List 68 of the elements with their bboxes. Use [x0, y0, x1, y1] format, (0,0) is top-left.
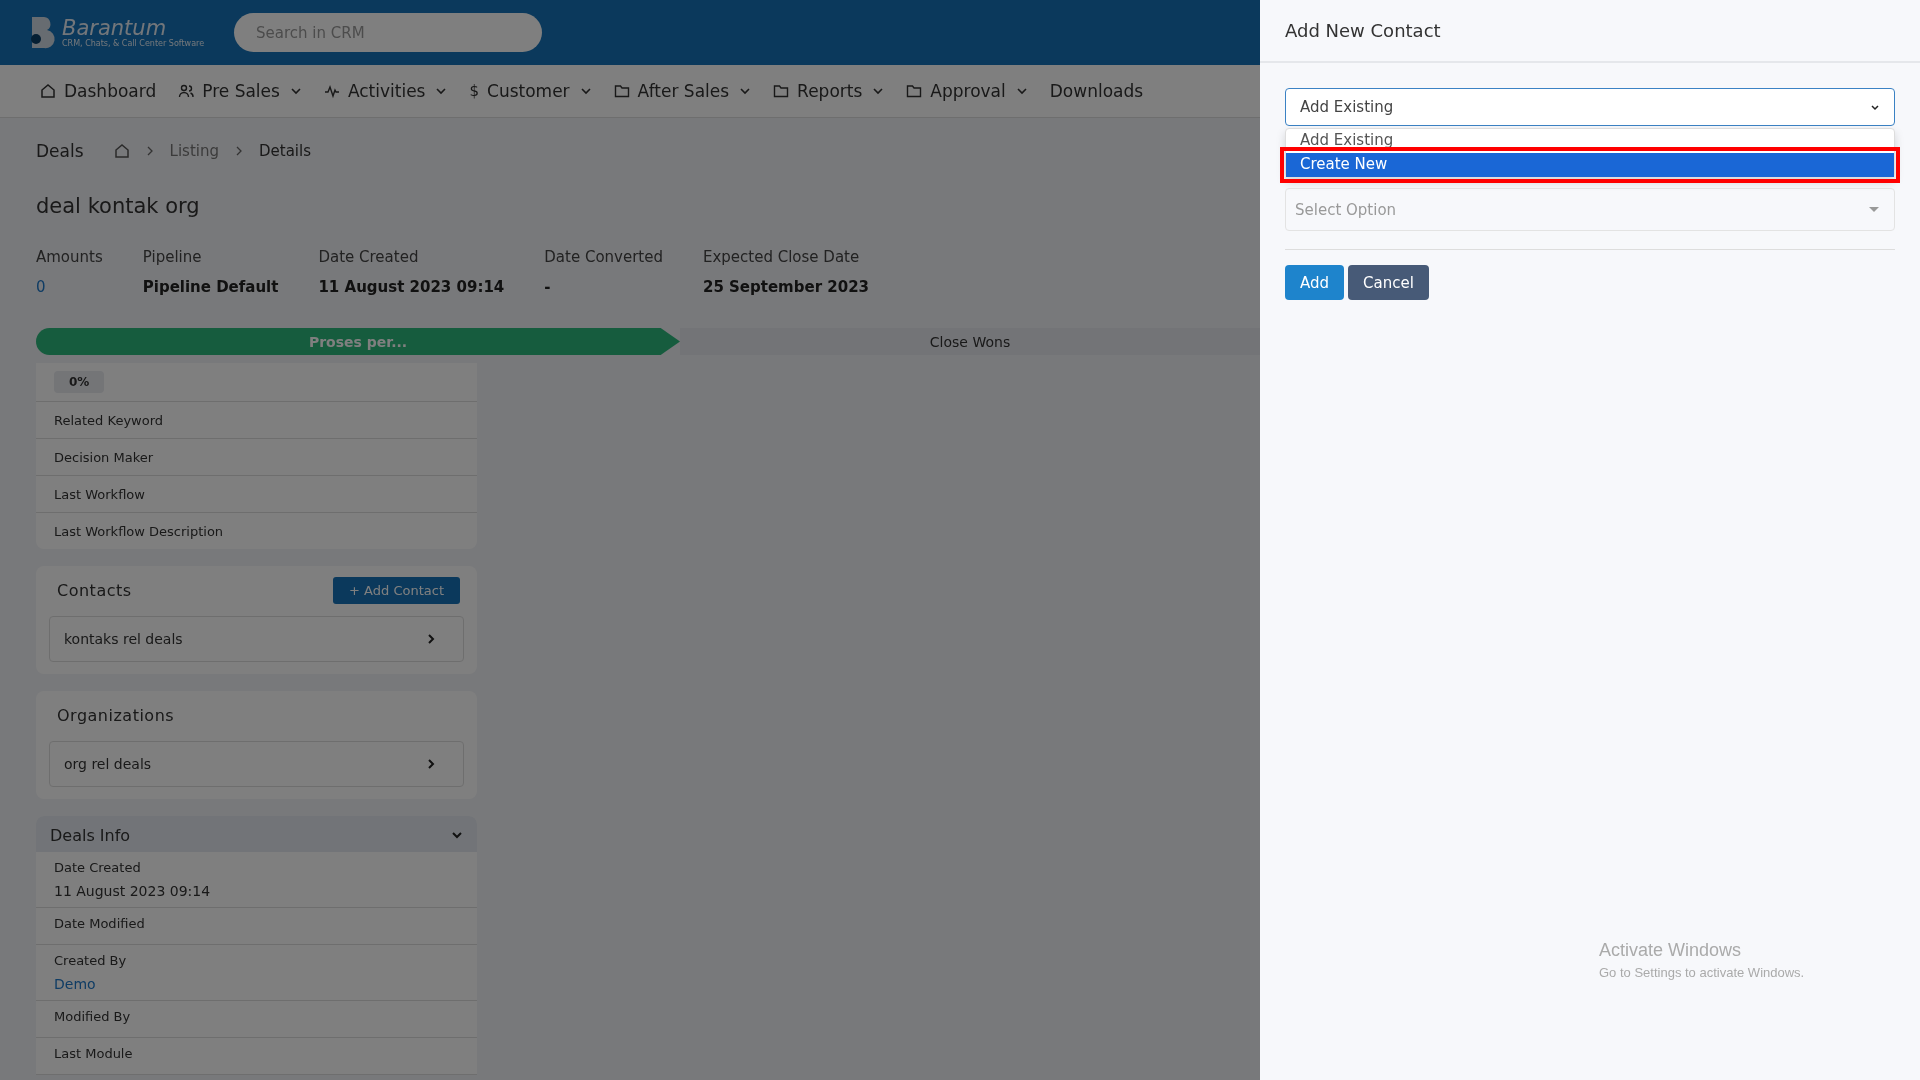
- percent-badge: 0%: [54, 371, 105, 393]
- cancel-button[interactable]: Cancel: [1348, 265, 1429, 300]
- pulse-icon: [323, 83, 340, 99]
- dollar-icon: $: [469, 82, 480, 100]
- folder-icon: [906, 83, 923, 99]
- chevron-right-icon: [427, 633, 435, 645]
- detail-label: Last Workflow Description: [54, 524, 224, 539]
- chevron-right-icon: [145, 146, 154, 156]
- caret-down-icon: [1868, 206, 1880, 213]
- detail-label: Last Workflow: [54, 487, 145, 502]
- add-button[interactable]: Add: [1285, 265, 1345, 300]
- field-label: Date Converted: [544, 248, 663, 266]
- nav-item[interactable]: Activities: [347, 81, 426, 101]
- nav-item[interactable]: Downloads: [1049, 81, 1144, 101]
- chevron-down-icon: [435, 87, 448, 95]
- card-title: Contacts: [56, 580, 132, 600]
- detail-value[interactable]: Demo: [54, 976, 459, 992]
- deal-title: deal kontak org: [36, 194, 201, 218]
- chevron-down-icon: [872, 87, 885, 95]
- folder-icon: [613, 83, 630, 99]
- activation-notice-title: Activate Windows: [1599, 940, 1743, 961]
- chevron-down-icon: [739, 87, 752, 95]
- home-icon[interactable]: [113, 143, 130, 159]
- chevron-right-icon: [427, 758, 435, 770]
- field-label: Pipeline: [142, 248, 203, 266]
- field-label: Expected Close Date: [702, 248, 861, 266]
- nav-item[interactable]: Approval: [930, 81, 1006, 101]
- chevron-right-icon: [234, 146, 243, 156]
- add-contact-button[interactable]: + Add Contact: [333, 576, 460, 604]
- detail-label: Related Keyword: [54, 413, 164, 428]
- detail-label: Last Module: [54, 1046, 134, 1061]
- card-title: Deals Info: [50, 825, 131, 845]
- contact-item[interactable]: kontaks rel deals: [49, 616, 464, 662]
- nav-item[interactable]: Dashboard: [64, 81, 157, 101]
- chevron-down-icon: [289, 87, 302, 95]
- field-label: Date Created: [318, 248, 420, 266]
- mode-select[interactable]: Add Existing: [1285, 88, 1895, 126]
- section-title: Deals: [36, 141, 84, 161]
- chevron-down-icon: [1015, 87, 1028, 95]
- activation-notice-text: Go to Settings to activate Windows.: [1599, 965, 1805, 980]
- field-value: -: [544, 278, 552, 296]
- chevron-down-icon: [1870, 103, 1880, 111]
- nav-item[interactable]: Customer: [487, 81, 570, 101]
- logo-tagline: CRM, Chats, & Call Center Software: [62, 39, 205, 48]
- field-label: Amounts: [36, 248, 103, 266]
- card-title: Organizations: [56, 705, 175, 725]
- field-value[interactable]: 0: [36, 278, 103, 296]
- folder-icon: [773, 83, 790, 99]
- home-icon: [40, 83, 56, 99]
- chevron-down-icon: [579, 87, 592, 95]
- select-field[interactable]: Select Option: [1285, 188, 1895, 231]
- nav-item[interactable]: Pre Sales: [202, 81, 280, 101]
- detail-label: Decision Maker: [54, 450, 154, 465]
- people-icon: [178, 83, 195, 99]
- detail-label: Date Modified: [54, 916, 146, 931]
- nav-item[interactable]: After Sales: [637, 81, 730, 101]
- dropdown-option[interactable]: Add Existing: [1286, 129, 1894, 153]
- panel-title: Add New Contact: [1285, 20, 1441, 41]
- detail-value: 11 August 2023 09:14: [54, 883, 212, 899]
- detail-label: Created By: [54, 953, 128, 968]
- stage-step[interactable]: Close Wons: [680, 328, 1260, 355]
- organization-item[interactable]: org rel deals: [49, 741, 464, 787]
- detail-label: Modified By: [54, 1009, 132, 1024]
- deals-info-header[interactable]: Deals Info: [36, 816, 477, 852]
- nav-item[interactable]: Reports: [797, 81, 863, 101]
- detail-label: Date Created: [54, 860, 142, 875]
- logo-name: Barantum: [62, 17, 168, 39]
- breadcrumb-link[interactable]: Listing: [169, 142, 219, 160]
